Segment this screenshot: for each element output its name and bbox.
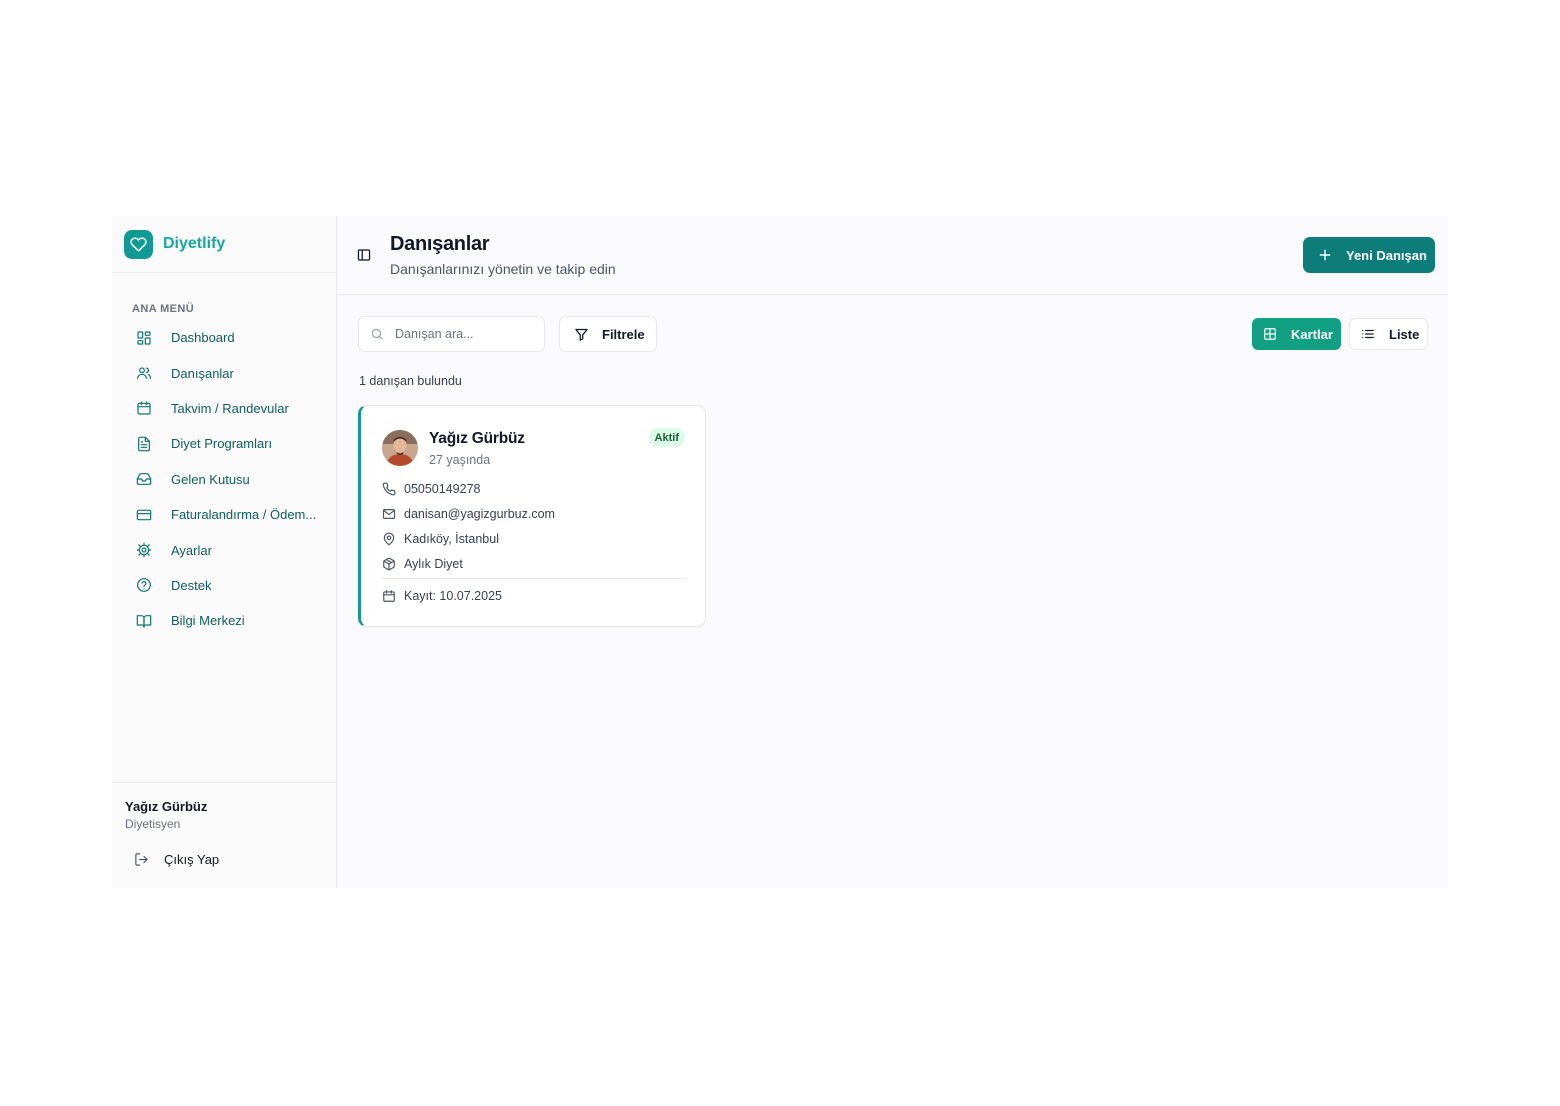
calendar-icon [382, 589, 396, 603]
search-box[interactable] [358, 316, 545, 352]
book-open-icon [136, 613, 152, 629]
client-location-row: Kadıköy, İstanbul [382, 532, 499, 546]
filter-button-label: Filtrele [602, 326, 645, 342]
sidebar-item-clients[interactable]: Danışanlar [124, 355, 324, 390]
view-list-label: Liste [1389, 326, 1420, 342]
new-client-button-label: Yeni Danışan [1346, 247, 1427, 263]
sidebar-item-label: Ayarlar [171, 542, 212, 558]
list-icon [1361, 327, 1375, 341]
sidebar-item-label: Bilgi Merkezi [171, 613, 245, 629]
search-icon [370, 327, 384, 341]
sidebar-item-label: Gelen Kutusu [171, 471, 250, 487]
client-email-row: danisan@yagizgurbuz.com [382, 507, 555, 521]
sidebar-item-settings[interactable]: Ayarlar [124, 532, 324, 567]
grid-icon [1263, 327, 1277, 341]
brand[interactable]: Diyetlify [112, 216, 336, 273]
filter-button[interactable]: Filtrele [559, 316, 657, 352]
sidebar-footer: Yağız Gürbüz Diyetisyen Çıkış Yap [112, 782, 336, 888]
client-program: Aylık Diyet [404, 557, 463, 571]
phone-icon [382, 482, 396, 496]
client-age: 27 yaşında [429, 453, 491, 467]
settings-gear-icon [136, 542, 152, 558]
sidebar-item-support[interactable]: Destek [124, 568, 324, 603]
calendar-icon [136, 400, 152, 416]
document-icon [136, 436, 152, 452]
view-list-toggle[interactable]: Liste [1349, 318, 1428, 350]
sidebar-item-label: Faturalandırma / Ödem... [171, 507, 317, 523]
page-header: Danışanlar Danışanlarınızı yönetin ve ta… [337, 216, 1448, 295]
sidebar-item-label: Takvim / Randevular [171, 400, 289, 416]
client-program-row: Aylık Diyet [382, 557, 463, 571]
logout-label: Çıkış Yap [164, 852, 220, 867]
sidebar-item-label: Destek [171, 577, 212, 593]
sidebar-item-dashboard[interactable]: Dashboard [124, 320, 324, 355]
view-cards-toggle[interactable]: Kartlar [1252, 318, 1341, 350]
client-card[interactable]: Yağız Gürbüz 27 yaşında Aktif 0505014927… [358, 405, 706, 627]
client-email: danisan@yagizgurbuz.com [404, 507, 555, 521]
sidebar-item-label: Diyet Programları [171, 436, 273, 452]
dashboard-grid-icon [136, 330, 152, 346]
client-name: Yağız Gürbüz [429, 430, 525, 447]
page-title: Danışanlar [390, 233, 490, 255]
sidebar-item-label: Danışanlar [171, 365, 234, 381]
client-registered-date: Kayıt: 10.07.2025 [404, 589, 502, 603]
search-input[interactable] [395, 327, 535, 341]
client-registered-row: Kayıt: 10.07.2025 [382, 589, 502, 603]
main-content: Danışanlar Danışanlarınızı yönetin ve ta… [337, 216, 1448, 888]
sidebar-item-billing[interactable]: Faturalandırma / Ödem... [124, 497, 324, 532]
app-window: Diyetlify ANA MENÜ Dashboard Danışanlar [112, 216, 1448, 888]
menu-section-title: ANA MENÜ [132, 303, 195, 315]
current-user-role: Diyetisyen [125, 817, 181, 831]
sidebar-item-calendar[interactable]: Takvim / Randevular [124, 391, 324, 426]
filter-funnel-icon [574, 327, 589, 342]
sidebar-item-knowledge-center[interactable]: Bilgi Merkezi [124, 603, 324, 638]
heart-logo-icon [124, 229, 153, 259]
current-user-name: Yağız Gürbüz [125, 799, 208, 814]
client-phone-row: 05050149278 [382, 482, 480, 496]
sidebar-item-diet-programs[interactable]: Diyet Programları [124, 426, 324, 461]
card-divider [382, 578, 685, 579]
logout-button[interactable]: Çıkış Yap [134, 852, 219, 867]
credit-card-icon [136, 507, 152, 523]
map-pin-icon [382, 532, 396, 546]
plus-icon [1318, 248, 1332, 262]
page-subtitle: Danışanlarınızı yönetin ve takip edin [390, 261, 616, 277]
sidebar-item-inbox[interactable]: Gelen Kutusu [124, 462, 324, 497]
client-phone: 05050149278 [404, 482, 481, 496]
users-icon [136, 365, 152, 381]
inbox-icon [136, 471, 152, 487]
sidebar-menu: Dashboard Danışanlar Takvim / Randevular… [124, 320, 324, 639]
status-badge: Aktif [648, 428, 685, 447]
client-location: Kadıköy, İstanbul [404, 532, 499, 546]
mail-icon [382, 507, 396, 521]
client-avatar [382, 430, 418, 466]
brand-name: Diyetlify [163, 235, 226, 252]
logout-icon [134, 852, 149, 867]
sidebar-item-label: Dashboard [171, 330, 235, 346]
help-circle-icon [136, 577, 152, 593]
new-client-button[interactable]: Yeni Danışan [1303, 237, 1435, 273]
sidebar: Diyetlify ANA MENÜ Dashboard Danışanlar [112, 216, 337, 888]
result-count: 1 danışan bulundu [359, 374, 462, 388]
view-cards-label: Kartlar [1291, 326, 1333, 342]
package-icon [382, 557, 396, 571]
sidebar-toggle-icon[interactable] [357, 248, 371, 262]
